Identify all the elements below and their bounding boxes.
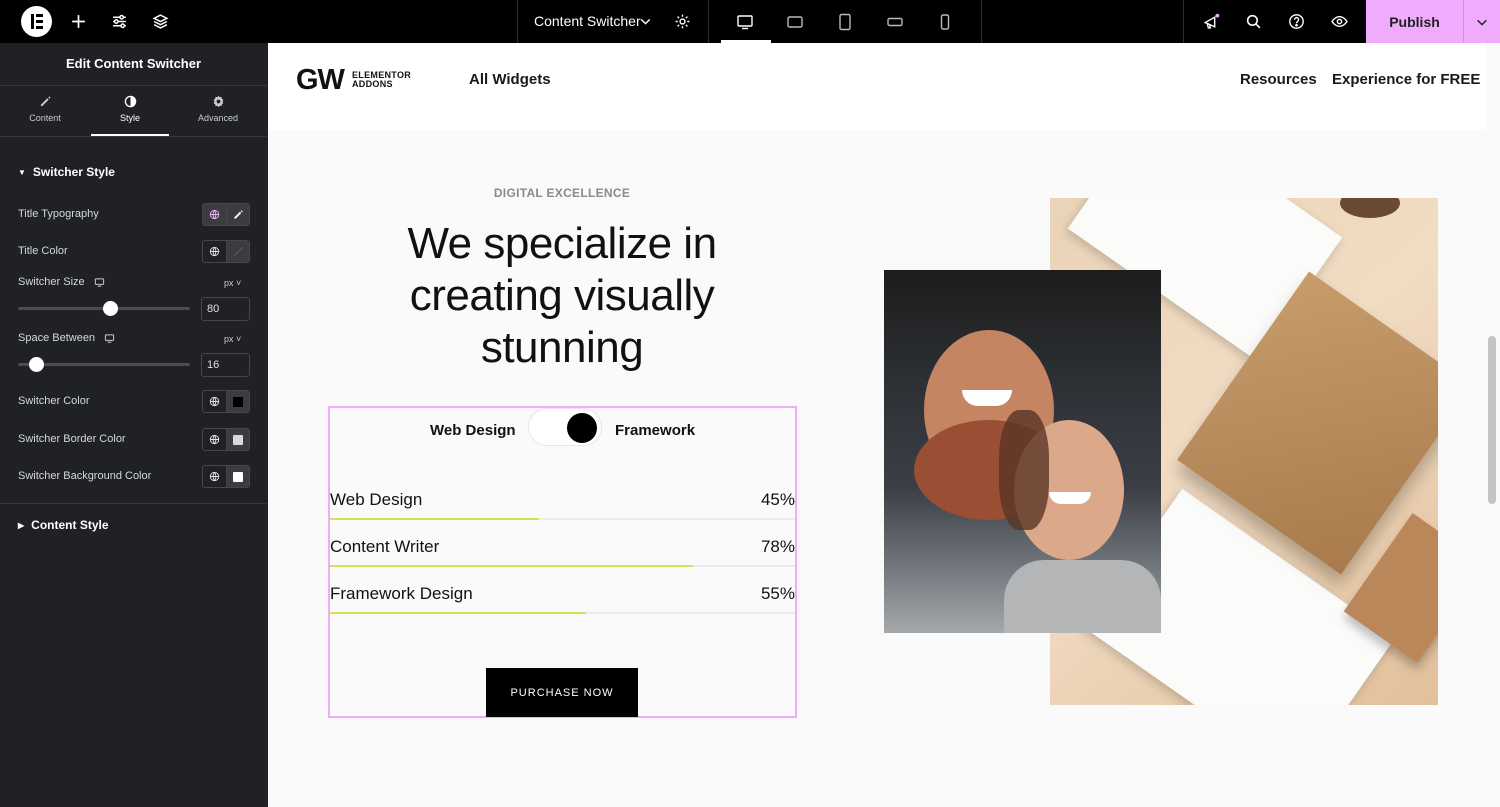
nav-resources[interactable]: Resources [1240, 71, 1317, 88]
canvas-scrollbar[interactable] [1488, 336, 1496, 504]
skill-percent: 78% [760, 537, 795, 556]
preview-eye-icon[interactable] [1329, 11, 1350, 32]
skill-progress-fill [330, 612, 586, 614]
global-color-icon[interactable] [203, 391, 226, 412]
help-icon[interactable] [1286, 11, 1307, 32]
nav-all-widgets[interactable]: All Widgets [469, 71, 551, 88]
switcher-border-color-label: Switcher Border Color [18, 433, 126, 445]
responsive-desktop-icon[interactable] [104, 333, 115, 344]
section-eyebrow: DIGITAL EXCELLENCE [493, 186, 631, 200]
switcher-background-color-controls [202, 465, 250, 488]
title-color-label: Title Color [18, 245, 68, 257]
site-settings-icon[interactable] [109, 11, 130, 32]
notifications-megaphone-icon[interactable] [1201, 11, 1222, 32]
switcher-style-section-header[interactable]: ▼ Switcher Style [18, 165, 115, 179]
mobile-portrait-view-icon[interactable] [934, 11, 956, 33]
skill-progress-fill [330, 518, 540, 520]
preview-canvas: GW ELEMENTOR ADDONS All Widgets Resource… [268, 43, 1500, 807]
tab-advanced-label: Advanced [197, 113, 239, 123]
global-color-icon[interactable] [203, 466, 226, 487]
publish-button[interactable]: Publish [1366, 0, 1463, 43]
switcher-color-swatch[interactable] [226, 391, 249, 412]
switcher-row: Web Design Framework [330, 408, 795, 448]
structure-layers-icon[interactable] [150, 11, 171, 32]
brand-line-2: ADDONS [352, 79, 393, 89]
content-style-section-header[interactable]: ▶ Content Style [18, 518, 109, 532]
skill-percent: 45% [760, 490, 795, 509]
chevron-down-icon[interactable] [635, 11, 656, 32]
tab-advanced[interactable]: Advanced [178, 95, 258, 123]
title-color-controls [202, 240, 250, 263]
tablet-portrait-view-icon[interactable] [834, 11, 856, 33]
tab-content-label: Content [29, 113, 61, 123]
switcher-left-label[interactable]: Web Design [430, 422, 516, 439]
skill-progress-bar [330, 612, 795, 614]
caret-right-icon: ▶ [18, 520, 25, 530]
couple-photo [884, 270, 1161, 633]
purchase-now-button[interactable]: PURCHASE NOW [486, 668, 638, 717]
switcher-right-label[interactable]: Framework [615, 422, 695, 439]
switcher-size-slider-handle[interactable] [103, 301, 118, 316]
title-typography-label: Title Typography [18, 208, 99, 220]
panel-title: Edit Content Switcher [65, 56, 202, 71]
desktop-view-icon[interactable] [734, 11, 756, 33]
skill-percent: 55% [760, 584, 795, 603]
skill-name: Web Design [330, 490, 423, 509]
search-icon[interactable] [1243, 11, 1264, 32]
global-color-icon[interactable] [203, 241, 226, 262]
tab-style-label: Style [119, 113, 140, 123]
brand-subtitle: ELEMENTOR ADDONS [352, 71, 411, 89]
caret-down-icon: ▼ [18, 167, 26, 177]
responsive-desktop-icon[interactable] [94, 277, 105, 288]
site-header: GW ELEMENTOR ADDONS All Widgets Resource… [268, 43, 1486, 130]
switcher-size-text: Switcher Size [18, 276, 85, 288]
tab-style[interactable]: Style [90, 95, 170, 123]
tablet-landscape-view-icon[interactable] [784, 11, 806, 33]
space-between-text: Space Between [18, 332, 96, 344]
tab-content[interactable]: Content [5, 95, 85, 123]
switcher-background-color-swatch[interactable] [226, 466, 249, 487]
switcher-size-label: Switcher Size [18, 276, 105, 288]
space-between-unit-select[interactable]: px ˅ [224, 334, 241, 344]
switcher-border-color-swatch[interactable] [226, 429, 249, 450]
document-title[interactable]: Content Switcher [534, 13, 641, 29]
switcher-knob [567, 413, 597, 443]
space-between-slider-handle[interactable] [29, 357, 44, 372]
switcher-color-label: Switcher Color [18, 395, 90, 407]
switcher-size-input[interactable]: 80 [201, 297, 250, 321]
skill-name: Framework Design [330, 584, 473, 603]
switcher-size-unit-select[interactable]: px ˅ [224, 278, 241, 288]
edit-typography-pencil-icon[interactable] [226, 204, 249, 225]
skill-name: Content Writer [330, 537, 440, 556]
add-element-icon[interactable] [68, 11, 89, 32]
skill-progress-bar [330, 565, 795, 567]
space-between-label: Space Between [18, 332, 115, 344]
title-color-empty-swatch[interactable] [226, 241, 249, 262]
top-bar: Content Switcher Publish [0, 0, 1500, 43]
skill-progress-fill [330, 565, 693, 567]
section-heading: We specialize in creating visually stunn… [407, 219, 717, 372]
switcher-background-color-label: Switcher Background Color [18, 470, 152, 482]
brand-logo[interactable]: GW [296, 64, 345, 97]
mobile-landscape-view-icon[interactable] [884, 11, 906, 33]
section-heading: Content Style [31, 518, 109, 532]
elementor-logo-icon[interactable] [21, 6, 52, 37]
global-color-icon[interactable] [203, 429, 226, 450]
publish-options-chevron-icon[interactable] [1464, 0, 1500, 43]
switcher-color-controls [202, 390, 250, 413]
page-settings-gear-icon[interactable] [672, 11, 693, 32]
skill-progress-bar [330, 518, 795, 520]
section-heading: Switcher Style [32, 165, 115, 179]
switcher-toggle[interactable] [528, 408, 602, 446]
space-between-input[interactable]: 16 [201, 353, 250, 377]
nav-experience-free[interactable]: Experience for FREE [1332, 71, 1480, 88]
content-switcher-widget[interactable]: Web Design Framework Web Design 45% Cont… [328, 406, 797, 718]
title-typography-controls [202, 203, 250, 226]
editor-panel: Edit Content Switcher Content Style Adva… [0, 43, 267, 807]
switcher-border-color-controls [202, 428, 250, 451]
global-typography-icon[interactable] [203, 204, 226, 225]
